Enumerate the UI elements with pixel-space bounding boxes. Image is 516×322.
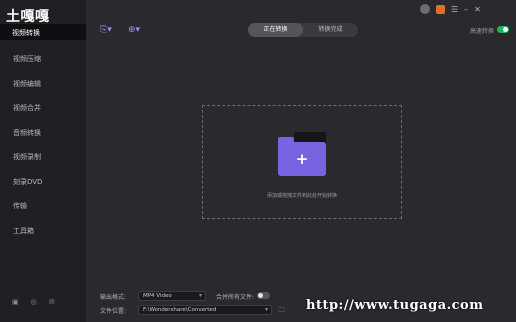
sidebar-item-audio[interactable]: 音频转换	[0, 126, 86, 151]
high-speed-label: 高速转换	[470, 28, 495, 35]
help-icon[interactable]: ◎	[31, 298, 37, 306]
sidebar-item-toolbox[interactable]: 工具箱	[0, 224, 86, 249]
sidebar: 土嘎嘎 视频转换 视频压缩 视频编辑 视频合并 音频转换 视频录制 刻录DVD …	[0, 0, 86, 322]
avatar[interactable]	[420, 4, 430, 14]
sidebar-item-edit[interactable]: 视频编辑	[0, 77, 86, 102]
file-drop-zone[interactable]: + 添加或拖拽文件到此处开始转换	[202, 105, 402, 219]
sidebar-item-compress[interactable]: 视频压缩	[0, 52, 86, 77]
minimize-icon[interactable]: –	[464, 5, 468, 14]
conversion-tabs: 正在转换 转换完成	[248, 23, 358, 37]
gift-icon[interactable]	[436, 4, 445, 14]
feedback-icon[interactable]: ✉	[49, 298, 55, 306]
drop-hint-text: 添加或拖拽文件到此处开始转换	[266, 193, 337, 199]
output-format-label: 输出格式:	[100, 294, 127, 301]
menu-icon[interactable]: ☰	[451, 5, 458, 14]
sidebar-footer: ▣ ◎ ✉	[12, 298, 55, 306]
sidebar-item-selected[interactable]: 视频转换	[0, 24, 86, 40]
tab-converting[interactable]: 正在转换	[248, 23, 303, 37]
file-location-value: F:\Wondershare\Converted	[143, 307, 217, 313]
watermark: http://www.tugaga.com	[306, 298, 484, 313]
high-speed-toggle[interactable]	[497, 26, 509, 33]
sidebar-item-merge[interactable]: 视频合并	[0, 101, 86, 126]
sidebar-item-transfer[interactable]: 传输	[0, 199, 86, 224]
chevron-down-icon: ▾	[264, 306, 268, 313]
add-file-icon[interactable]: ⎘▾	[100, 24, 114, 36]
tab-converted[interactable]: 转换完成	[303, 23, 358, 37]
sidebar-item-record[interactable]: 视频录制	[0, 150, 86, 175]
file-location-label: 文件位置:	[100, 308, 127, 315]
file-location-select[interactable]: F:\Wondershare\Converted ▾	[138, 305, 272, 315]
add-folder-icon: +	[278, 132, 326, 176]
merge-label: 合并所有文件:	[216, 294, 255, 301]
sidebar-item-label: 视频转换	[12, 29, 40, 37]
open-folder-icon[interactable]: 🗀	[278, 306, 285, 317]
output-format-select[interactable]: MP4 Video ▾	[138, 291, 206, 301]
sidebar-nav: 视频压缩 视频编辑 视频合并 音频转换 视频录制 刻录DVD 传输 工具箱	[0, 52, 86, 248]
chevron-down-icon: ▾	[198, 292, 202, 299]
close-icon[interactable]: ✕	[474, 5, 481, 14]
gallery-icon[interactable]: ▣	[12, 298, 19, 306]
add-from-device-icon[interactable]: ⊕▾	[128, 24, 142, 36]
sidebar-item-dvd[interactable]: 刻录DVD	[0, 175, 86, 200]
merge-toggle[interactable]	[257, 292, 270, 299]
output-format-value: MP4 Video	[143, 293, 172, 299]
app-logo: 土嘎嘎	[6, 9, 50, 25]
window-controls: ☰ – ✕	[420, 3, 516, 15]
